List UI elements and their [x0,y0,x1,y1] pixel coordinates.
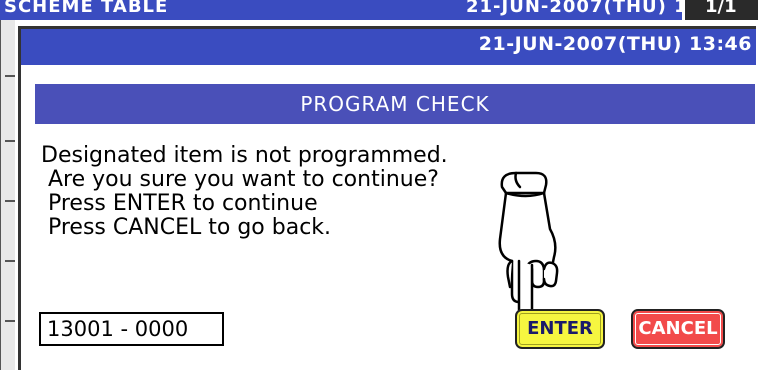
pointing-hand-icon [498,171,559,319]
dialog-datetime: 21-JUN-2007(THU) 13:46 [478,33,752,55]
cancel-button[interactable]: CANCEL [631,309,725,349]
background-title-bar: SCHEME TABLE 21-JUN-2007(THU) 13:46 1/1 [0,0,758,20]
screen: SCHEME TABLE 21-JUN-2007(THU) 13:46 1/1 … [0,0,758,370]
divider [5,260,15,262]
enter-button[interactable]: ENTER [515,309,605,349]
page-indicator: 1/1 [682,0,758,20]
divider [5,200,15,202]
dialog-title-bar: 21-JUN-2007(THU) 13:46 [21,29,756,65]
dialog-header: PROGRAM CHECK [35,84,755,124]
message-line: Are you sure you want to continue? [41,167,439,192]
item-code-field[interactable]: 13001 - 0000 [39,312,224,346]
divider [5,140,15,142]
background-left-frame [0,20,15,370]
message-line: Designated item is not programmed. [41,143,448,168]
message-line: Press ENTER to continue [41,191,318,216]
program-check-dialog: 21-JUN-2007(THU) 13:46 PROGRAM CHECK Des… [18,26,756,370]
page-indicator-label: 1/1 [705,0,737,17]
message-line: Press CANCEL to go back. [41,215,332,240]
divider [5,320,15,322]
dialog-message: Designated item is not programmed. Are y… [41,144,448,240]
background-window-title: SCHEME TABLE [4,0,169,17]
divider [5,75,15,77]
